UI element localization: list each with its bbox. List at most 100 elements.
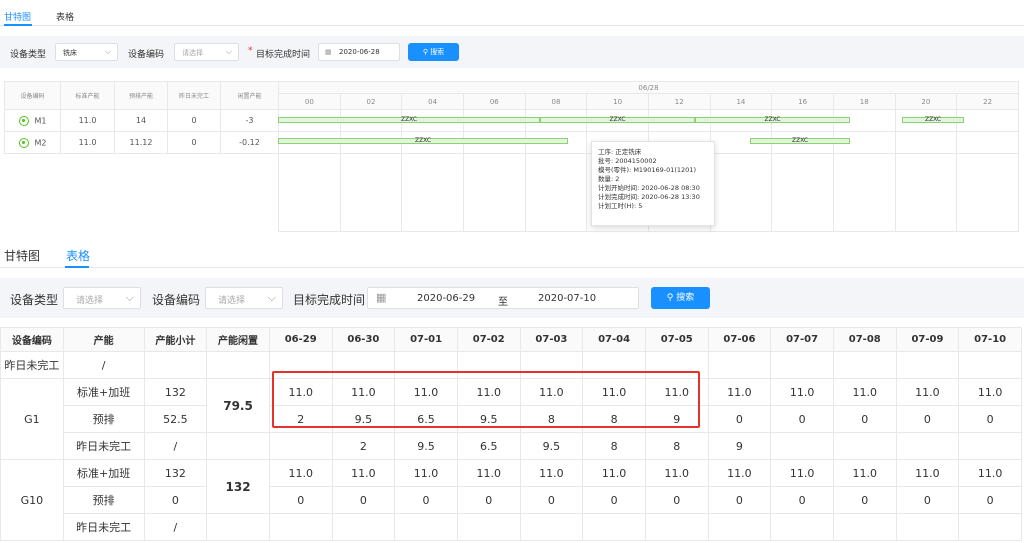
- table-row: G1 标准+加班 132 79.5 11.0 11.0 11.0 11.0 11.0 11.0 11…: [0, 378, 1022, 460]
- table-row: 预排 0 0 0 0 0 0 0 0 0 0 0 0 0: [1, 486, 1022, 514]
- gantt-task-bar[interactable]: ZZXC: [540, 117, 695, 123]
- capacity-cell: [456, 513, 521, 541]
- capacity-cell: 11.0: [958, 378, 1022, 406]
- capacity-cell: 11.0: [268, 459, 333, 487]
- capacity-cell: 0: [707, 405, 772, 433]
- device-code-select[interactable]: 请选择 ⌵: [174, 43, 239, 61]
- capacity-cell: 0: [707, 486, 772, 514]
- capacity-cell: [895, 513, 960, 541]
- subtotal: 0: [143, 486, 208, 514]
- capacity-cell: 11.0: [770, 378, 834, 406]
- required-mark: *: [248, 46, 253, 56]
- device-type-label: 设备类型: [10, 293, 59, 307]
- row-label: 昨日未完工: [62, 432, 145, 460]
- capacity-cell: 11.0: [331, 459, 396, 487]
- capacity-cell: 11.0: [456, 459, 521, 487]
- capacity-cell: 11.0: [707, 459, 772, 487]
- tab-table[interactable]: 表格: [66, 247, 90, 264]
- chevron-down-icon: ⌵: [125, 291, 134, 304]
- capacity-cell: 11.0: [832, 378, 897, 406]
- idle-value: -3: [220, 109, 279, 132]
- device-type-select[interactable]: 请选择 ⌵: [63, 287, 141, 309]
- col-header: 昨日未完工: [167, 81, 221, 110]
- col-header: 产能: [62, 327, 145, 352]
- capacity-cell: 11.0: [895, 378, 960, 406]
- tab-gantt[interactable]: 甘特图: [4, 247, 40, 264]
- device-code-select[interactable]: 请选择 ⌵: [205, 287, 283, 309]
- tab-gantt[interactable]: 甘特图: [4, 10, 31, 23]
- capacity-cell: 11.0: [519, 378, 584, 406]
- capacity-cell: [582, 513, 646, 541]
- gantt-task-bar[interactable]: ZZXC: [695, 117, 850, 123]
- capacity-cell: [644, 513, 709, 541]
- capacity-cell: 11.0: [644, 459, 709, 487]
- chevron-down-icon: ⌵: [104, 47, 111, 56]
- gantt-task-bar[interactable]: ZZXC: [278, 138, 568, 144]
- capacity-cell: 11.0: [394, 378, 458, 406]
- device-type-label: 设备类型: [10, 50, 47, 60]
- col-header: 07-07: [770, 327, 834, 352]
- capacity-cell: [707, 513, 772, 541]
- search-button[interactable]: ⚲ 搜索: [651, 287, 710, 309]
- row-label: 标准+加班: [62, 459, 145, 487]
- table-row: G10 标准+加班 132 132 11.0 11.0 11.0 11.0 11.0 11.0 11…: [0, 459, 1022, 541]
- device-capacity-table: 设备编码 标准产能 预排产能 昨日未完工 闲置产能 M1 11.0 14 0 -…: [4, 81, 279, 232]
- task-tooltip: 工序: 正定铣床 批号: 2004150002 模号(零件): M190169-…: [591, 141, 715, 226]
- col-header: 06-29: [268, 327, 333, 352]
- idle-capacity: 132: [206, 459, 270, 514]
- idle-capacity: 79.5: [206, 378, 270, 433]
- subtotal: /: [143, 513, 208, 541]
- col-header: 07-06: [707, 327, 772, 352]
- device-type-select[interactable]: 铣床 ⌵: [55, 43, 118, 61]
- table-panel: 甘特图 表格 设备类型 请选择 ⌵ 设备编码 请选择 ⌵ 目标完成时间 ▦ 20…: [0, 240, 1024, 543]
- date-from[interactable]: 2020-06-29: [417, 293, 475, 304]
- capacity-cell: 0: [895, 405, 960, 433]
- capacity-cell: 11.0: [456, 378, 521, 406]
- tab-bar: 甘特图 表格: [0, 240, 1024, 268]
- capacity-cell: 8: [582, 432, 646, 460]
- radio-icon[interactable]: [18, 115, 29, 126]
- row-label: 预排: [62, 405, 145, 433]
- capacity-cell: 0: [582, 486, 646, 514]
- capacity-cell: 0: [895, 486, 960, 514]
- radio-icon[interactable]: [18, 137, 29, 148]
- capacity-cell: 11.0: [644, 378, 709, 406]
- capacity-cell: 11.0: [519, 459, 584, 487]
- subtotal: 132: [143, 378, 208, 406]
- table-row: 昨日未完工 /: [1, 513, 1022, 541]
- table-row[interactable]: M2 11.0 11.12 0 -0.12: [4, 131, 279, 154]
- col-header: 07-05: [644, 327, 709, 352]
- capacity-cell: 11.0: [268, 378, 333, 406]
- capacity-cell: 0: [770, 405, 834, 433]
- col-header: 07-10: [958, 327, 1022, 352]
- gantt-task-bar[interactable]: ZZXC: [750, 138, 850, 144]
- range-separator: 至: [498, 297, 508, 308]
- date-to[interactable]: 2020-07-10: [538, 293, 596, 304]
- table-filter-bar: 设备类型 请选择 ⌵ 设备编码 请选择 ⌵ 目标完成时间 ▦ 2020-06-2…: [0, 278, 1024, 318]
- table-row[interactable]: M1 11.0 14 0 -3: [4, 109, 279, 132]
- chevron-down-icon: ⌵: [225, 47, 232, 56]
- gantt-task-bar[interactable]: ZZXC: [278, 117, 540, 123]
- date-range-picker[interactable]: ▦ 2020-06-29 至 2020-07-10: [367, 287, 639, 309]
- gantt-task-bar[interactable]: ZZXC: [902, 117, 964, 123]
- capacity-cell: 11.0: [331, 378, 396, 406]
- capacity-cell: 11.0: [394, 459, 458, 487]
- capacity-cell: 2: [331, 432, 396, 460]
- tab-table[interactable]: 表格: [56, 10, 74, 23]
- capacity-cell: 11.0: [582, 378, 646, 406]
- capacity-cell: 9: [707, 432, 772, 460]
- subtotal: /: [143, 432, 208, 460]
- capacity-cell: 11.0: [895, 459, 960, 487]
- col-header: 设备编码: [0, 327, 64, 352]
- capacity-cell: 0: [394, 486, 458, 514]
- capacity-cell: [958, 513, 1022, 541]
- capacity-cell: 6.5: [394, 405, 458, 433]
- capacity-cell: 9: [644, 405, 709, 433]
- col-header: 06-30: [331, 327, 396, 352]
- capacity-cell: 0: [832, 405, 897, 433]
- capacity-cell: 9.5: [331, 405, 396, 433]
- col-header: 预排产能: [114, 81, 168, 110]
- capacity-cell: [770, 432, 834, 460]
- capacity-cell: 6.5: [456, 432, 521, 460]
- row-label: 昨日未完工: [62, 513, 145, 541]
